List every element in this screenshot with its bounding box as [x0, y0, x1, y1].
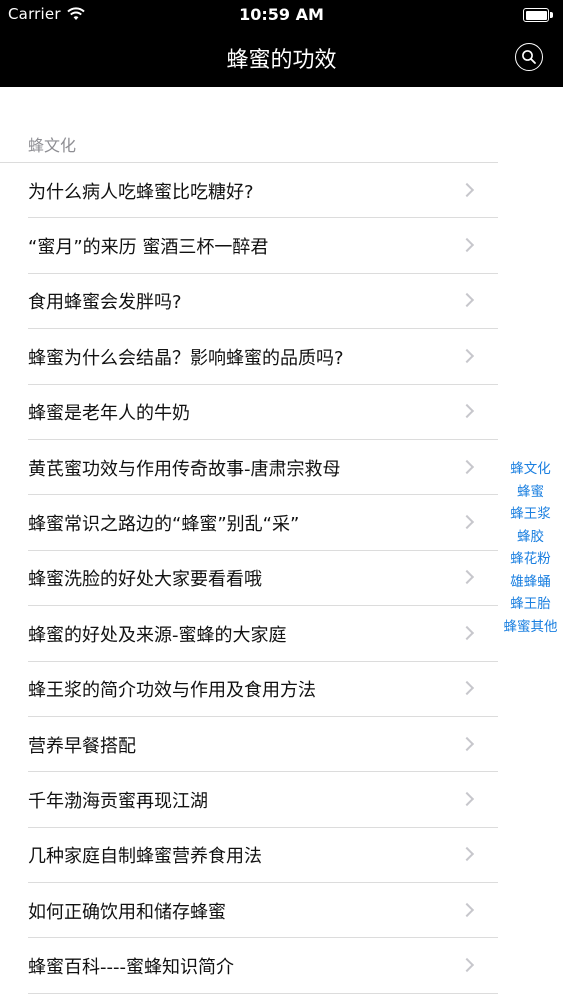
page-title: 蜂蜜的功效 [226, 48, 337, 73]
list-item-label: “蜜月”的来历 蜜酒三杯一醉君 [28, 237, 269, 259]
chevron-right-icon [459, 681, 475, 696]
list-item-label: 蜂蜜是老年人的牛奶 [28, 403, 190, 425]
list-item-label: 营养早餐搭配 [28, 735, 136, 757]
list-item[interactable]: 蜂王浆的简介功效与作用及食用方法 [0, 662, 498, 717]
chevron-right-icon [459, 847, 475, 862]
article-list: 为什么病人吃蜂蜜比吃糖好? “蜜月”的来历 蜜酒三杯一醉君 食用蜂蜜会发胖吗? … [0, 163, 498, 994]
list-item[interactable]: 蜂蜜是老年人的牛奶 [0, 385, 498, 440]
list-item-label: 蜂蜜常识之路边的“蜂蜜”别乱“采” [28, 514, 300, 536]
chevron-right-icon [459, 404, 475, 419]
index-item-other[interactable]: 蜂蜜其他 [498, 616, 563, 639]
list-item[interactable]: 蜂蜜的好处及来源-蜜蜂的大家庭 [0, 606, 498, 662]
status-bar: Carrier 10:59 AM [0, 0, 563, 30]
list-item[interactable]: 食用蜂蜜会发胖吗? [0, 274, 498, 330]
list-item[interactable]: 千年渤海贡蜜再现江湖 [0, 772, 498, 828]
list-item[interactable]: 蜂蜜洗脸的好处大家要看看哦 [0, 551, 498, 607]
list-item[interactable]: 蜂蜜为什么会结晶？影响蜂蜜的品质吗? [0, 329, 498, 385]
list-item[interactable]: “蜜月”的来历 蜜酒三杯一醉君 [0, 218, 498, 274]
index-item-honey[interactable]: 蜂蜜 [498, 481, 563, 504]
top-bar: Carrier 10:59 AM 蜂蜜的功效 [0, 0, 563, 87]
section-index: 蜂文化 蜂蜜 蜂王浆 蜂胶 蜂花粉 雄蜂蛹 蜂王胎 蜂蜜其他 [498, 458, 563, 638]
search-button[interactable] [515, 43, 543, 71]
list-item-label: 食用蜂蜜会发胖吗? [28, 292, 182, 314]
index-item-drone-pupa[interactable]: 雄蜂蛹 [498, 571, 563, 594]
list-item[interactable]: 如何正确饮用和储存蜂蜜 [0, 883, 498, 939]
battery-icon [523, 8, 553, 22]
list-item-label: 几种家庭自制蜂蜜营养食用法 [28, 846, 262, 868]
list-item-label: 蜂蜜为什么会结晶？影响蜂蜜的品质吗? [28, 347, 344, 369]
chevron-right-icon [459, 958, 475, 973]
list-item[interactable]: 蜂蜜百科----蜜蜂知识简介 [0, 938, 498, 994]
index-item-royal-jelly[interactable]: 蜂王浆 [498, 503, 563, 526]
index-item-propolis[interactable]: 蜂胶 [498, 526, 563, 549]
list-item[interactable]: 营养早餐搭配 [0, 717, 498, 773]
chevron-right-icon [459, 902, 475, 917]
chevron-right-icon [459, 514, 475, 530]
index-item-bee-pollen[interactable]: 蜂花粉 [498, 548, 563, 571]
chevron-right-icon [459, 293, 475, 308]
status-time: 10:59 AM [239, 5, 324, 24]
list-item[interactable]: 黄芪蜜功效与作用传奇故事-唐肃宗救母 [0, 440, 498, 496]
search-icon [522, 50, 536, 64]
list-item-label: 为什么病人吃蜂蜜比吃糖好? [28, 181, 254, 203]
list-item[interactable]: 几种家庭自制蜂蜜营养食用法 [0, 828, 498, 884]
list-item-label: 如何正确饮用和储存蜂蜜 [28, 901, 226, 923]
list-item-label: 蜂王浆的简介功效与作用及食用方法 [28, 680, 316, 702]
row-divider [28, 992, 498, 994]
chevron-right-icon [459, 625, 475, 640]
index-item-queen-larva[interactable]: 蜂王胎 [498, 593, 563, 616]
chevron-right-icon [459, 736, 475, 751]
chevron-right-icon [459, 182, 475, 197]
section-header: 蜂文化 [28, 136, 77, 155]
chevron-right-icon [459, 459, 475, 474]
list-item-label: 蜂蜜的好处及来源-蜜蜂的大家庭 [28, 624, 287, 646]
chevron-right-icon [459, 791, 475, 807]
list-item-label: 黄芪蜜功效与作用传奇故事-唐肃宗救母 [28, 458, 341, 480]
list-item[interactable]: 为什么病人吃蜂蜜比吃糖好? [0, 163, 498, 219]
list-item-label: 千年渤海贡蜜再现江湖 [28, 790, 208, 812]
list-item-label: 蜂蜜洗脸的好处大家要看看哦 [28, 569, 262, 591]
chevron-right-icon [459, 238, 475, 253]
chevron-right-icon [459, 348, 475, 363]
index-item-culture[interactable]: 蜂文化 [498, 458, 563, 481]
list-item[interactable]: 蜂蜜常识之路边的“蜂蜜”别乱“采” [0, 495, 498, 551]
chevron-right-icon [459, 570, 475, 585]
list-item-label: 蜂蜜百科----蜜蜂知识简介 [28, 957, 234, 979]
